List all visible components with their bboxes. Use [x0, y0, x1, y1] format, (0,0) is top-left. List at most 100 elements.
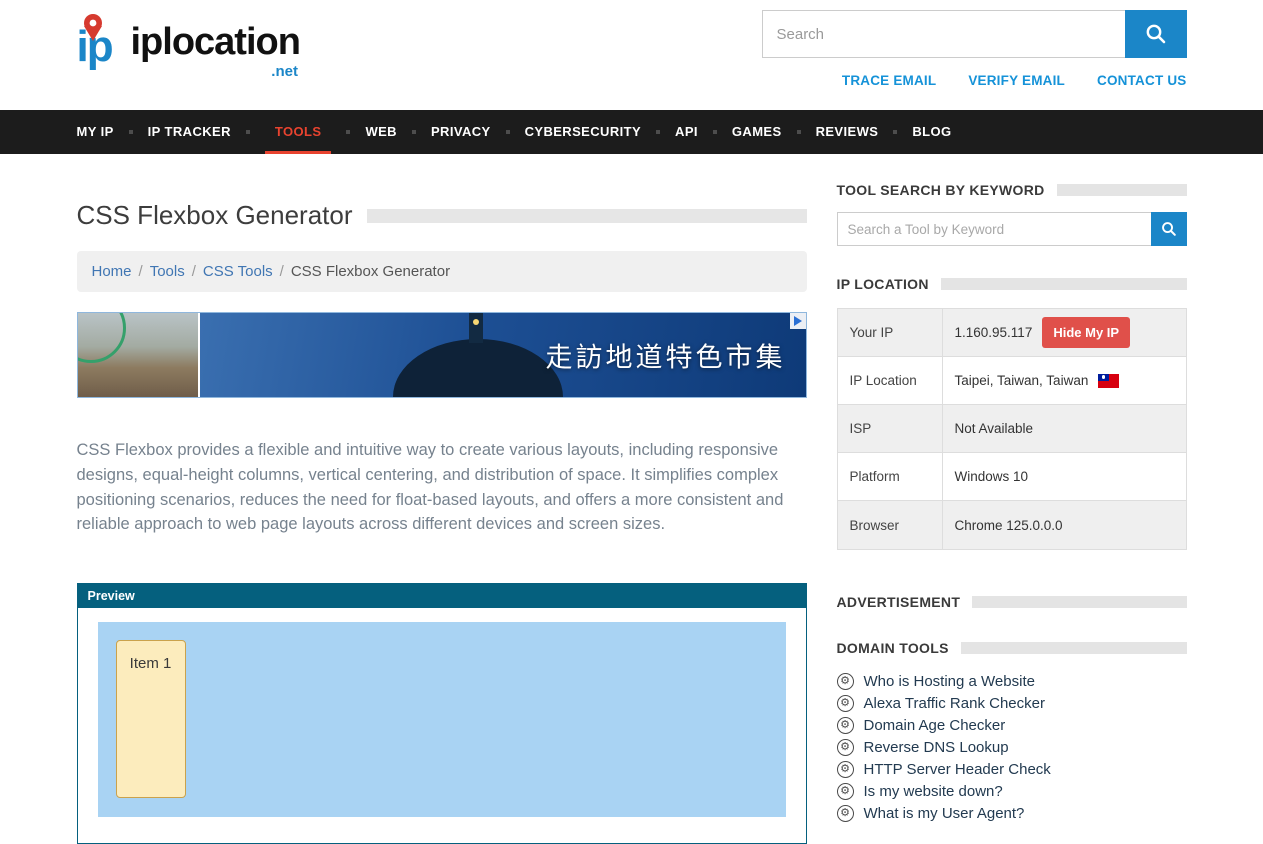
site-search [762, 10, 1187, 58]
gear-icon: ⚙ [837, 695, 854, 712]
ip-row-value: Windows 10 [943, 453, 1186, 500]
heading-decoration-bar [1057, 184, 1187, 196]
flexbox-preview-container: Item 1 [98, 622, 786, 817]
domain-tools-list: ⚙ Who is Hosting a Website ⚙ Alexa Traff… [837, 670, 1187, 824]
page-content: CSS Flexbox Generator Home / Tools / CSS Too… [77, 154, 1187, 844]
gear-icon: ⚙ [837, 761, 854, 778]
gear-icon: ⚙ [837, 673, 854, 690]
nav-item-blog[interactable]: BLOG [912, 110, 951, 154]
table-row: ISP Not Available [838, 405, 1186, 453]
list-item-who-is-hosting[interactable]: ⚙ Who is Hosting a Website [837, 670, 1187, 692]
tool-search-heading-row: TOOL SEARCH BY KEYWORD [837, 182, 1187, 198]
list-item-website-down[interactable]: ⚙ Is my website down? [837, 780, 1187, 802]
nav-separator [713, 130, 717, 134]
main-column: CSS Flexbox Generator Home / Tools / CSS Too… [77, 182, 807, 844]
gear-icon: ⚙ [837, 717, 854, 734]
page-title: CSS Flexbox Generator [77, 200, 353, 231]
platform-value: Windows 10 [955, 469, 1029, 484]
domain-tool-link[interactable]: Is my website down? [864, 783, 1003, 800]
logo-text: iplocation [131, 21, 300, 63]
nav-item-ip-tracker[interactable]: IP TRACKER [148, 110, 231, 154]
ip-row-value: Taipei, Taiwan, Taiwan [943, 357, 1186, 404]
nav-item-privacy[interactable]: PRIVACY [431, 110, 491, 154]
tool-search [837, 212, 1187, 246]
list-item-user-agent[interactable]: ⚙ What is my User Agent? [837, 802, 1187, 824]
domain-tool-link[interactable]: Who is Hosting a Website [864, 673, 1035, 690]
nav-item-cybersecurity[interactable]: CYBERSECURITY [525, 110, 641, 154]
nav-item-api[interactable]: API [675, 110, 698, 154]
breadcrumb-separator: / [139, 263, 143, 280]
nav-item-games[interactable]: GAMES [732, 110, 782, 154]
nav-separator [797, 130, 801, 134]
ip-row-label: Your IP [838, 309, 943, 356]
ip-location-value: Taipei, Taiwan, Taiwan [955, 373, 1089, 388]
ip-info-table: Your IP 1.160.95.117 Hide My IP IP Locat… [837, 308, 1187, 550]
map-pin-icon [79, 12, 107, 42]
your-ip-value: 1.160.95.117 [955, 325, 1033, 340]
nav-item-reviews[interactable]: REVIEWS [816, 110, 879, 154]
ip-row-value: Chrome 125.0.0.0 [943, 501, 1186, 549]
flexbox-preview-item: Item 1 [116, 640, 186, 798]
heading-decoration-bar [972, 596, 1186, 608]
verify-email-link[interactable]: VERIFY EMAIL [968, 73, 1065, 88]
domain-tool-link[interactable]: Reverse DNS Lookup [864, 739, 1009, 756]
nav-item-tools[interactable]: TOOLS [265, 110, 332, 154]
ip-row-label: Platform [838, 453, 943, 500]
search-icon [1145, 23, 1167, 45]
domain-tool-link[interactable]: Domain Age Checker [864, 717, 1006, 734]
nav-item-web[interactable]: WEB [365, 110, 397, 154]
contact-us-link[interactable]: CONTACT US [1097, 73, 1187, 88]
domain-tool-link[interactable]: Alexa Traffic Rank Checker [864, 695, 1045, 712]
ip-row-value: 1.160.95.117 Hide My IP [943, 309, 1186, 356]
breadcrumb-current: CSS Flexbox Generator [291, 263, 450, 280]
table-row: Platform Windows 10 [838, 453, 1186, 501]
breadcrumb-tools[interactable]: Tools [150, 263, 185, 280]
domain-tool-link[interactable]: HTTP Server Header Check [864, 761, 1051, 778]
heading-decoration-bar [941, 278, 1187, 290]
breadcrumb-separator: / [280, 263, 284, 280]
advertisement-heading: ADVERTISEMENT [837, 594, 961, 610]
gear-icon: ⚙ [837, 739, 854, 756]
list-item-http-header[interactable]: ⚙ HTTP Server Header Check [837, 758, 1187, 780]
table-row: Browser Chrome 125.0.0.0 [838, 501, 1186, 549]
tool-search-input[interactable] [837, 212, 1151, 246]
search-icon [1161, 221, 1177, 237]
table-row: Your IP 1.160.95.117 Hide My IP [838, 309, 1186, 357]
breadcrumb: Home/Tools/CSS Tools/CSS Flexbox Generat… [77, 251, 807, 292]
site-logo[interactable]: ip iplocation .net [77, 8, 300, 74]
adchoices-icon[interactable] [790, 313, 806, 329]
logo-pin-icon: ip [77, 12, 129, 74]
nav-separator [656, 130, 660, 134]
domain-tool-link[interactable]: What is my User Agent? [864, 805, 1025, 822]
preview-panel-header: Preview [78, 584, 806, 608]
title-decoration-bar [367, 209, 807, 223]
breadcrumb-home[interactable]: Home [92, 263, 132, 280]
sidebar: TOOL SEARCH BY KEYWORD IP LOCATION Your … [837, 182, 1187, 844]
list-item-alexa-rank[interactable]: ⚙ Alexa Traffic Rank Checker [837, 692, 1187, 714]
advertisement-heading-row: ADVERTISEMENT [837, 594, 1187, 610]
ip-row-value: Not Available [943, 405, 1186, 452]
nav-separator [506, 130, 510, 134]
ad-photo-right: 走訪地道特色市集 [200, 313, 806, 397]
ip-row-label: IP Location [838, 357, 943, 404]
trace-email-link[interactable]: TRACE EMAIL [842, 73, 936, 88]
table-row: IP Location Taipei, Taiwan, Taiwan [838, 357, 1186, 405]
ip-location-heading: IP LOCATION [837, 276, 929, 292]
preview-panel-body: Item 1 [78, 608, 806, 843]
logo-wordmark: iplocation .net [131, 21, 300, 74]
site-search-input[interactable] [762, 10, 1125, 58]
tool-search-heading: TOOL SEARCH BY KEYWORD [837, 182, 1045, 198]
ad-banner[interactable]: 走訪地道特色市集 [77, 312, 807, 398]
nav-separator [346, 130, 350, 134]
list-item-reverse-dns[interactable]: ⚙ Reverse DNS Lookup [837, 736, 1187, 758]
breadcrumb-css-tools[interactable]: CSS Tools [203, 263, 273, 280]
isp-value: Not Available [955, 421, 1034, 436]
tool-search-button[interactable] [1151, 212, 1187, 246]
heading-decoration-bar [961, 642, 1187, 654]
preview-panel: Preview Item 1 [77, 583, 807, 844]
hide-my-ip-button[interactable]: Hide My IP [1042, 317, 1130, 348]
gear-icon: ⚙ [837, 805, 854, 822]
nav-item-my-ip[interactable]: MY IP [77, 110, 114, 154]
list-item-domain-age[interactable]: ⚙ Domain Age Checker [837, 714, 1187, 736]
site-search-button[interactable] [1125, 10, 1187, 58]
